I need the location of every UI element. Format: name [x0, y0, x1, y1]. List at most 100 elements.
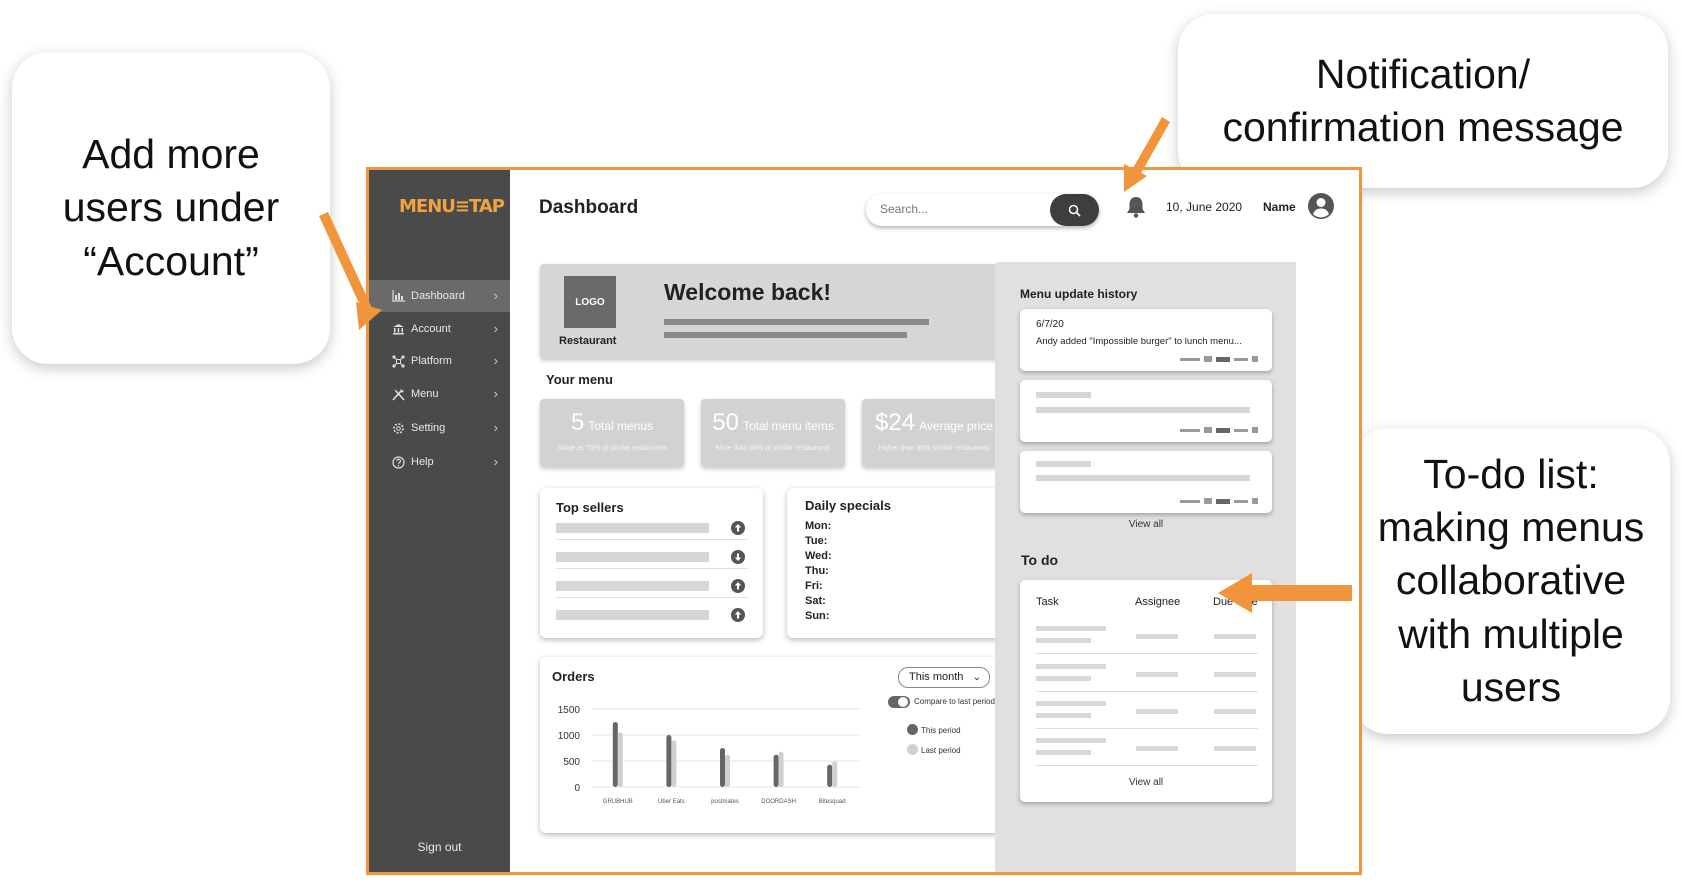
- header-date: 10, June 2020: [1166, 200, 1243, 214]
- history-item[interactable]: [1020, 451, 1272, 513]
- text-placeholder: [556, 523, 709, 533]
- day-label: Fri:: [805, 580, 823, 592]
- bank-icon: [391, 322, 405, 336]
- right-panel: Menu update history 6/7/20 Andy added "I…: [995, 262, 1296, 872]
- stat-card-average-price[interactable]: $24 Average price Higher than 30% similar…: [862, 399, 1006, 467]
- text-placeholder: [1036, 676, 1091, 681]
- x-category-label: Uber Eats: [658, 799, 685, 805]
- divider: [1036, 728, 1258, 729]
- top-sellers-card: Top sellers: [540, 488, 763, 638]
- orders-bar-chart: 1500 1000 500 0 GRUBHUB Uber Eats postmates DOO…: [558, 705, 860, 805]
- day-label: Thu:: [805, 565, 829, 577]
- chevron-right-icon: ›: [493, 420, 498, 435]
- legend-last-period-swatch: [907, 744, 918, 755]
- divider: [1036, 691, 1258, 692]
- bar-this-period[interactable]: [827, 764, 833, 787]
- history-view-all-link[interactable]: View all: [1020, 519, 1272, 530]
- sidebar-item-label: Menu: [411, 388, 439, 400]
- sidebar-item-dashboard[interactable]: Dashboard ›: [369, 280, 510, 312]
- daily-specials-title: Daily specials: [805, 498, 891, 513]
- divider: [556, 568, 748, 569]
- todo-title: To do: [1021, 552, 1059, 568]
- bar-last-period[interactable]: [671, 740, 677, 787]
- compare-toggle[interactable]: [888, 696, 910, 708]
- gear-icon: [391, 421, 405, 435]
- history-text: Andy added "Impossible burger" to lunch …: [1036, 336, 1242, 347]
- bar-last-period[interactable]: [725, 754, 730, 787]
- history-item[interactable]: 6/7/20 Andy added "Impossible burger" to…: [1020, 309, 1272, 371]
- period-select[interactable]: This month ⌄: [898, 667, 990, 688]
- chevron-right-icon: ›: [493, 386, 498, 401]
- trend-up-icon: [731, 579, 745, 593]
- sidebar-item-help[interactable]: Help ›: [369, 446, 510, 478]
- text-placeholder: [1036, 638, 1091, 643]
- stat-comparison: Same as 70% of similar restaurants: [556, 445, 668, 452]
- stat-label: Total menu items: [743, 419, 834, 433]
- menu-history-title: Menu update history: [1020, 287, 1138, 301]
- sidebar-item-platform[interactable]: Platform ›: [369, 345, 510, 377]
- logo-tap-text: TAP: [468, 196, 505, 217]
- callout-line: Notification/: [1315, 50, 1531, 97]
- top-seller-row[interactable]: [556, 521, 748, 540]
- legend-this-period-swatch: [907, 724, 918, 735]
- text-placeholder: [1036, 407, 1250, 413]
- network-icon: [391, 354, 405, 368]
- restaurant-logo: LOGO: [564, 276, 616, 328]
- stat-comparison: Higher than 30% similar restaurants: [878, 445, 990, 452]
- logo-menu-text: MENU: [399, 196, 456, 217]
- bar-this-period[interactable]: [612, 722, 618, 787]
- text-placeholder: [1136, 709, 1178, 714]
- bar-last-period[interactable]: [832, 761, 838, 787]
- trend-up-icon: [731, 608, 745, 622]
- day-label: Mon:: [805, 520, 832, 532]
- text-placeholder: [1036, 701, 1106, 706]
- sidebar-item-account[interactable]: Account ›: [369, 313, 510, 345]
- stat-comparison: More than 60% of similar restaurants: [715, 445, 831, 452]
- todo-header-assignee: Assignee: [1135, 596, 1181, 608]
- page-title: Dashboard: [539, 197, 639, 218]
- notification-bell-icon[interactable]: [1125, 195, 1147, 224]
- orders-title: Orders: [552, 669, 595, 684]
- brand-logo[interactable]: MENU≡TAP: [399, 196, 505, 217]
- todo-header-due-date: Due date: [1213, 596, 1258, 608]
- top-sellers-title: Top sellers: [556, 500, 624, 515]
- search-input[interactable]: [880, 202, 1030, 216]
- sidebar-item-menu[interactable]: Menu ›: [369, 378, 510, 410]
- stat-card-total-menus[interactable]: 5 Total menus Same as 70% of similar rest…: [540, 399, 684, 467]
- trend-down-icon: [731, 550, 745, 564]
- callout-line: collaborative: [1395, 557, 1627, 604]
- bar-last-period[interactable]: [778, 751, 784, 787]
- restaurant-name: Restaurant: [559, 335, 617, 347]
- history-item[interactable]: [1020, 380, 1272, 442]
- legend-this-period: This period: [921, 726, 961, 735]
- avatar[interactable]: [1307, 192, 1335, 225]
- bar-last-period[interactable]: [617, 732, 623, 787]
- callout-notification: Notification/ confirmation message: [1178, 14, 1668, 188]
- callout-line: making menus: [1377, 504, 1645, 551]
- bar-this-period[interactable]: [666, 735, 672, 787]
- chevron-right-icon: ›: [493, 288, 498, 303]
- user-name[interactable]: Name: [1263, 200, 1296, 214]
- y-tick-label: 1000: [558, 731, 581, 742]
- text-placeholder: [1136, 672, 1178, 677]
- callout-line: Add more: [82, 131, 260, 178]
- search-icon: [1068, 204, 1081, 217]
- bar-this-period[interactable]: [773, 754, 779, 787]
- sidebar-item-label: Platform: [411, 355, 452, 367]
- stat-card-total-items[interactable]: 50 Total menu items More than 60% of simi…: [701, 399, 845, 467]
- text-placeholder: [664, 332, 907, 338]
- text-placeholder: [1036, 750, 1091, 755]
- chevron-down-icon: ⌄: [972, 672, 981, 683]
- sidebar-item-setting[interactable]: Setting ›: [369, 412, 510, 444]
- text-placeholder: [1214, 634, 1256, 639]
- top-seller-row[interactable]: [556, 550, 748, 569]
- top-seller-row[interactable]: [556, 579, 748, 598]
- search-button[interactable]: [1050, 194, 1099, 226]
- text-placeholder: [1136, 634, 1178, 639]
- todo-view-all-link[interactable]: View all: [1020, 777, 1272, 788]
- top-seller-row[interactable]: [556, 608, 748, 622]
- todo-table: Task Assignee Due date View all: [1020, 580, 1272, 802]
- day-label: Wed:: [805, 550, 832, 562]
- sign-out-link[interactable]: Sign out: [369, 840, 510, 854]
- bar-this-period[interactable]: [720, 748, 725, 787]
